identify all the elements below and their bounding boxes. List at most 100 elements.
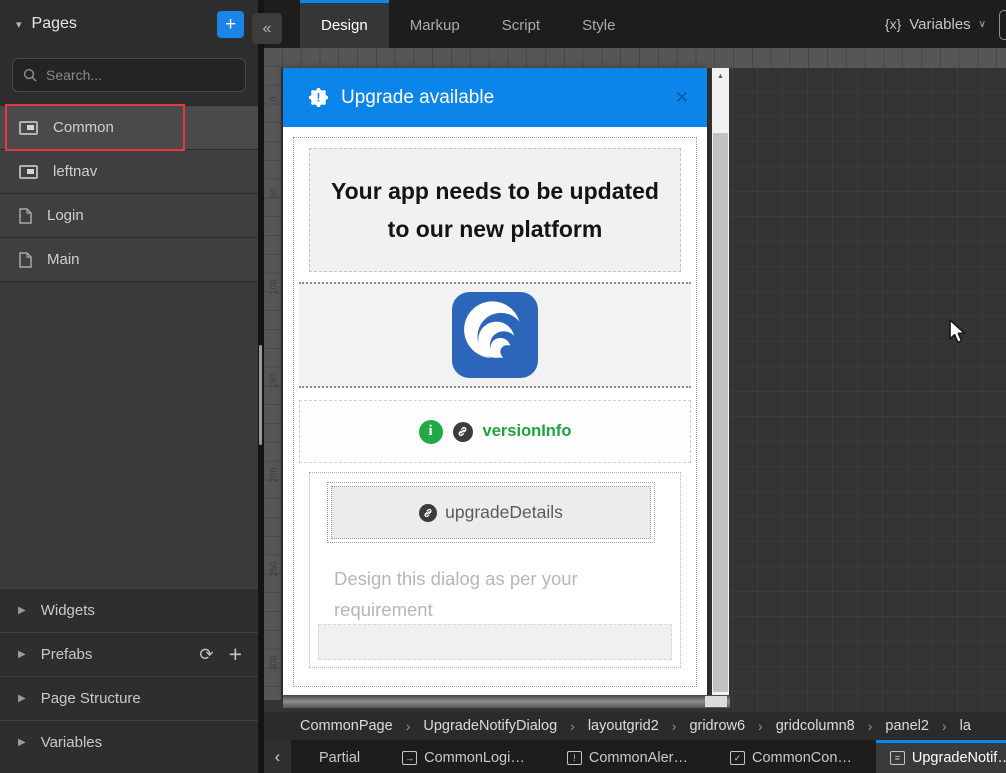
bottom-tab-label: CommonAler… xyxy=(589,750,688,766)
sidebar-section-widgets[interactable]: ▶ Widgets xyxy=(0,588,258,632)
bottom-tab-commonaler[interactable]: ! CommonAler… xyxy=(553,740,702,773)
page-item-main[interactable]: Main xyxy=(0,238,258,282)
page-item-label: Main xyxy=(47,251,80,268)
variables-icon: {x} xyxy=(885,16,901,32)
section-label: Widgets xyxy=(41,602,95,619)
upgrade-notify-dialog[interactable]: ! Upgrade available ✕ Your app needs to … xyxy=(283,68,707,695)
alert-icon: ! xyxy=(567,751,582,765)
page-item-label: leftnav xyxy=(53,163,97,180)
add-page-button[interactable]: + xyxy=(217,11,244,38)
collapse-sidebar-button[interactable]: « xyxy=(252,13,282,44)
breadcrumb-item-upgradenotifydialog[interactable]: UpgradeNotifyDialog xyxy=(423,718,557,734)
canvas-vertical-scrollbar[interactable]: ▲ xyxy=(712,68,729,695)
design-canvas[interactable]: 050100150200250300 ! Upgrade available xyxy=(264,48,1006,712)
upgrade-details-outline: upgradeDetails xyxy=(327,482,655,543)
wavemaker-logo-icon xyxy=(452,292,538,378)
breadcrumb-item-commonpage[interactable]: CommonPage xyxy=(300,718,393,734)
vertical-scrollbar-thumb[interactable] xyxy=(713,133,728,692)
breadcrumb-item-panel2[interactable]: panel2 xyxy=(885,718,929,734)
canvas-grid-area[interactable] xyxy=(730,68,1006,712)
sidebar-section-page-structure[interactable]: ▶Page Structure xyxy=(0,676,258,720)
section-label: Variables xyxy=(41,734,102,751)
notify-icon: ≡ xyxy=(890,751,905,765)
page-item-leftnav[interactable]: leftnav xyxy=(0,150,258,194)
bottom-tab-label: Partial xyxy=(319,750,360,766)
horizontal-ruler xyxy=(264,48,1006,68)
scroll-up-arrow-icon[interactable]: ▲ xyxy=(712,68,729,84)
section-label: Prefabs xyxy=(41,646,93,663)
add-icon[interactable]: + xyxy=(229,641,242,668)
tab-style[interactable]: Style xyxy=(561,0,636,48)
panel-widget[interactable]: upgradeDetails Design this dialog as per… xyxy=(309,472,681,668)
pages-panel-title: Pages xyxy=(32,15,217,33)
bottom-tab-label: CommonLogi… xyxy=(424,750,525,766)
canvas-horizontal-scrollbar[interactable] xyxy=(283,695,730,708)
ruler-number: 250 xyxy=(269,561,279,578)
bottom-tab-partial[interactable]: Partial xyxy=(305,740,374,773)
page-search-box xyxy=(12,58,246,92)
page-item-label: Login xyxy=(47,207,84,224)
breadcrumb-item-layoutgrid2[interactable]: layoutgrid2 xyxy=(588,718,659,734)
upgrade-details-button[interactable]: upgradeDetails xyxy=(331,486,651,539)
partial-icon xyxy=(19,165,38,179)
bottom-tab-label: UpgradeNotif… xyxy=(912,750,1006,766)
dialog-header[interactable]: ! Upgrade available ✕ xyxy=(283,68,707,127)
bottom-tab-commoncon[interactable]: ✓CommonCon… xyxy=(716,740,866,773)
sidebar-scrollbar-thumb[interactable] xyxy=(259,345,262,445)
panel-placeholder-text: Design this dialog as per your requireme… xyxy=(334,563,656,625)
close-icon[interactable]: ✕ xyxy=(675,88,689,108)
editor-topbar: « DesignMarkupScriptStyle {x} Variables … xyxy=(264,0,1006,48)
svg-text:!: ! xyxy=(317,90,321,104)
breadcrumb-item-gridcolumn8[interactable]: gridcolumn8 xyxy=(776,718,855,734)
ruler-number: 100 xyxy=(269,279,279,296)
breadcrumb-separator-icon: › xyxy=(570,718,575,734)
tab-script[interactable]: Script xyxy=(481,0,561,48)
variables-label: Variables xyxy=(909,16,970,33)
section-label: Page Structure xyxy=(41,690,141,707)
ruler-number: 200 xyxy=(269,467,279,484)
breadcrumb-separator-icon: › xyxy=(672,718,677,734)
editor-mode-tabs: DesignMarkupScriptStyle xyxy=(300,0,636,48)
version-info-label: versionInfo xyxy=(483,422,572,441)
page-item-login[interactable]: Login xyxy=(0,194,258,238)
sidebar-sections: ▶Widgets▶Prefabs⟳+▶Page Structure▶Variab… xyxy=(0,588,258,773)
sidebar-section-prefabs[interactable]: ▶Prefabs⟳+ xyxy=(0,632,258,676)
bottom-tab-label: CommonCon… xyxy=(752,750,852,766)
tab-design[interactable]: Design xyxy=(300,0,389,48)
page-item-common[interactable]: Common xyxy=(0,106,258,150)
dialog-body: Your app needs to be updated to our new … xyxy=(283,127,707,695)
badge-icon: ! xyxy=(309,88,328,107)
binding-link-icon xyxy=(453,422,473,442)
ruler-number: 50 xyxy=(269,185,279,202)
tabs-scroll-left-button[interactable]: ‹ xyxy=(264,740,291,773)
tab-markup[interactable]: Markup xyxy=(389,0,481,48)
search-input[interactable] xyxy=(46,67,235,83)
caret-right-icon: ▶ xyxy=(18,649,26,660)
section-actions: ⟳+ xyxy=(199,641,242,668)
breadcrumb-separator-icon: › xyxy=(868,718,873,734)
ruler-number: 150 xyxy=(269,373,279,390)
caret-down-icon[interactable]: ▾ xyxy=(16,18,22,31)
search-icon xyxy=(23,68,37,82)
bottom-tab-commonlogi[interactable]: →CommonLogi… xyxy=(388,740,539,773)
heading-widget[interactable]: Your app needs to be updated to our new … xyxy=(309,148,681,272)
horizontal-scrollbar-thumb[interactable] xyxy=(705,696,727,707)
caret-right-icon: ▶ xyxy=(18,605,26,616)
info-icon: i xyxy=(419,420,443,444)
variables-dropdown[interactable]: {x} Variables ∨ xyxy=(885,0,986,48)
picture-widget[interactable] xyxy=(299,282,691,388)
vertical-ruler: 050100150200250300 xyxy=(264,48,281,700)
breadcrumb-item-la[interactable]: la xyxy=(960,718,971,734)
partial-icon xyxy=(19,121,38,135)
upgrade-details-label: upgradeDetails xyxy=(445,502,563,523)
version-info-widget[interactable]: i versionInfo xyxy=(299,400,691,463)
refresh-icon[interactable]: ⟳ xyxy=(199,645,213,665)
page-icon xyxy=(19,208,32,224)
pages-panel: ▾ Pages + Common leftnav Login Main ▶ Widget… xyxy=(0,0,258,773)
caret-right-icon: ▶ xyxy=(18,737,26,748)
bottom-tab-upgradenotif[interactable]: ≡ UpgradeNotif… xyxy=(876,740,1006,773)
binding-link-icon xyxy=(419,504,437,522)
cut-off-button[interactable] xyxy=(999,10,1006,40)
breadcrumb-item-gridrow6[interactable]: gridrow6 xyxy=(689,718,745,734)
sidebar-section-variables[interactable]: ▶ Variables xyxy=(0,720,258,764)
